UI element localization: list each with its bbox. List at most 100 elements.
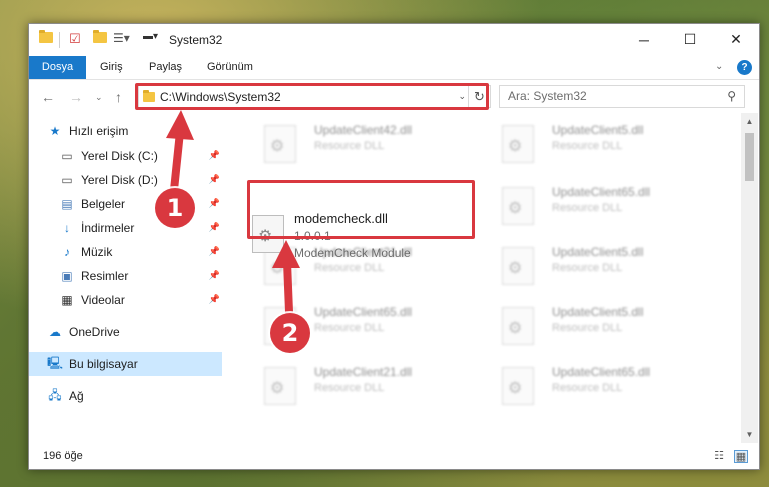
up-arrow-icon[interactable]: ↑ — [115, 89, 122, 105]
list-item[interactable]: UpdateClient5.dll Resource DLL — [492, 241, 712, 297]
new-folder-icon[interactable] — [93, 30, 107, 43]
status-bar: 196 öğe ☷ ▦ — [29, 445, 759, 469]
title-separator — [59, 32, 60, 48]
search-icon[interactable]: ⚲ — [727, 89, 736, 103]
back-arrow-icon[interactable]: ← — [41, 89, 55, 105]
sidebar-item-downloads[interactable]: ↓ İndirmeler 📌 — [59, 216, 222, 240]
search-input[interactable] — [508, 89, 708, 103]
scroll-down-icon[interactable]: ▼ — [741, 426, 758, 443]
step-1-badge: 1 — [155, 188, 195, 228]
vertical-scrollbar[interactable]: ▲ ▼ — [741, 113, 758, 443]
pin-icon[interactable]: 📌 — [209, 246, 220, 257]
file-name: UpdateClient5.dll — [552, 305, 644, 319]
tab-home[interactable]: Giriş — [91, 56, 132, 79]
file-name: UpdateClient65.dll — [314, 305, 413, 319]
list-item[interactable]: UpdateClient5.dll Resource DLL — [492, 301, 712, 357]
list-item[interactable]: UpdateClient65.dll Resource DLL — [492, 361, 712, 417]
sidebar-item-label: Ağ — [69, 389, 84, 403]
video-icon: ▦ — [61, 293, 73, 307]
pictures-icon: ▣ — [61, 269, 73, 283]
sidebar-item-label: Yerel Disk (C:) — [81, 149, 158, 163]
tiles-view-icon[interactable]: ▦ — [734, 450, 748, 463]
file-description: Resource DLL — [552, 262, 623, 274]
dll-file-icon — [502, 307, 534, 345]
sidebar-item-onedrive[interactable]: ☁ OneDrive — [47, 320, 240, 344]
sidebar-item-label: Yerel Disk (D:) — [81, 173, 158, 187]
dll-file-icon — [502, 247, 534, 285]
maximize-button[interactable]: ☐ — [667, 24, 713, 55]
help-icon[interactable]: ? — [737, 60, 752, 75]
item-count: 196 öğe — [43, 450, 83, 462]
scrollbar-thumb[interactable] — [745, 133, 754, 181]
file-list: UpdateClient42.dll Resource DLL UpdateCl… — [224, 113, 743, 443]
tab-view[interactable]: Görünüm — [198, 56, 262, 79]
properties-icon[interactable]: ☑ — [69, 31, 81, 47]
step-2-badge: 2 — [270, 313, 310, 353]
drive-icon: ▭ — [61, 149, 73, 163]
list-item[interactable]: UpdateClient5.dll Resource DLL — [492, 119, 712, 175]
sidebar-item-this-pc[interactable]: 🖳 Bu bilgisayar — [29, 352, 222, 376]
ribbon-tabs: Dosya Giriş Paylaş Görünüm ⌄ ? — [29, 56, 759, 80]
forward-arrow-icon[interactable]: → — [69, 89, 83, 105]
dll-file-icon — [264, 367, 296, 405]
sidebar-item-local-disk-c[interactable]: ▭ Yerel Disk (C:) 📌 — [59, 144, 222, 168]
tab-share[interactable]: Paylaş — [140, 56, 191, 79]
computer-icon: 🖳 — [47, 355, 64, 370]
file-name: UpdateClient65.dll — [552, 365, 651, 379]
network-icon: 🖧 — [48, 387, 62, 402]
file-name: UpdateClient5.dll — [552, 245, 644, 259]
cloud-icon: ☁ — [49, 325, 61, 339]
pin-icon[interactable]: 📌 — [209, 150, 220, 161]
list-item[interactable]: UpdateClient65.dll Resource DLL — [492, 181, 712, 237]
expand-ribbon-icon[interactable]: ⌄ — [715, 61, 723, 72]
file-name: UpdateClient5.dll — [552, 123, 644, 137]
file-description: Resource DLL — [552, 202, 623, 214]
customize-toolbar-icon[interactable]: ☰▾ — [113, 31, 130, 45]
dll-file-icon — [502, 125, 534, 163]
pin-icon[interactable]: 📌 — [209, 198, 220, 209]
recent-locations-icon[interactable]: ⌄ — [95, 92, 103, 103]
file-description: Resource DLL — [314, 382, 385, 394]
sidebar-item-local-disk-d[interactable]: ▭ Yerel Disk (D:) 📌 — [59, 168, 222, 192]
sidebar-item-pictures[interactable]: ▣ Resimler 📌 — [59, 264, 222, 288]
pin-icon[interactable]: 📌 — [209, 174, 220, 185]
list-item[interactable]: UpdateClient21.dll Resource DLL — [254, 361, 474, 417]
search-box[interactable]: ⚲ — [499, 85, 745, 108]
file-highlight — [247, 180, 475, 239]
sidebar-item-label: Hızlı erişim — [69, 124, 129, 138]
sidebar-item-label: Resimler — [81, 269, 129, 283]
pin-icon[interactable]: 📌 — [209, 270, 220, 281]
file-name: UpdateClient65.dll — [552, 185, 651, 199]
sidebar-item-network[interactable]: 🖧 Ağ — [47, 384, 240, 408]
folder-icon — [39, 30, 53, 43]
sidebar-item-label: Bu bilgisayar — [69, 357, 138, 371]
navigation-pane: ★ Hızlı erişim ▭ Yerel Disk (C:) 📌 ▭ Yer… — [29, 113, 224, 443]
star-icon: ★ — [49, 124, 61, 138]
sidebar-item-label: Müzik — [81, 245, 113, 259]
sidebar-item-quick-access[interactable]: ★ Hızlı erişim — [47, 119, 240, 143]
file-description: Resource DLL — [314, 322, 385, 334]
download-icon: ↓ — [64, 221, 70, 235]
sidebar-item-label: OneDrive — [69, 325, 120, 339]
dll-file-icon — [502, 367, 534, 405]
file-description: ModemCheck Module — [294, 246, 411, 260]
details-view-icon[interactable]: ☷ — [712, 450, 726, 463]
pin-icon[interactable]: 📌 — [209, 222, 220, 233]
close-button[interactable]: ✕ — [713, 24, 759, 55]
tab-file[interactable]: Dosya — [29, 56, 86, 79]
minimize-button[interactable]: ─ — [621, 24, 667, 55]
sidebar-item-label: Belgeler — [81, 197, 126, 211]
quick-access-dropdown-icon[interactable]: ▬▾ — [143, 31, 158, 42]
sidebar-item-music[interactable]: ♪ Müzik 📌 — [59, 240, 222, 264]
sidebar-item-documents[interactable]: ▤ Belgeler 📌 — [59, 192, 222, 216]
dll-file-icon — [264, 125, 296, 163]
pin-icon[interactable]: 📌 — [209, 294, 220, 305]
scroll-up-icon[interactable]: ▲ — [741, 113, 758, 130]
list-item[interactable]: UpdateClient42.dll Resource DLL — [254, 119, 474, 175]
sidebar-item-label: Videolar — [81, 293, 125, 307]
window-title: System32 — [169, 33, 223, 47]
documents-icon: ▤ — [61, 197, 73, 211]
address-bar-highlight — [135, 83, 489, 110]
file-description: Resource DLL — [552, 322, 623, 334]
sidebar-item-videos[interactable]: ▦ Videolar 📌 — [59, 288, 222, 312]
